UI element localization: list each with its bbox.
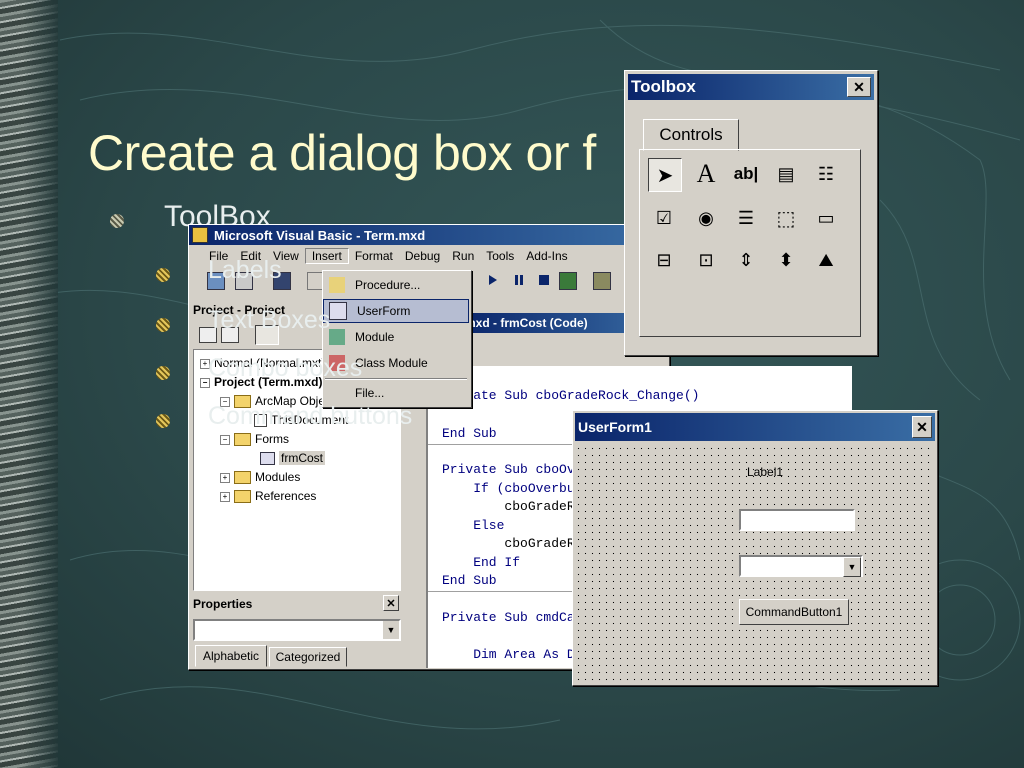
menu-item-procedure[interactable]: Procedure...: [323, 273, 469, 297]
menu-item-module[interactable]: Module: [323, 325, 469, 349]
userform-close-button[interactable]: ✕: [912, 416, 932, 438]
decorative-map-strip: [0, 0, 58, 768]
stop-icon[interactable]: [539, 275, 549, 285]
bullet-icon: [156, 318, 170, 332]
toolbox-controls-page: ➤ A ab| ▤ ☷ ☑ ◉ ☰ ⬚ ▭ ⊟ ⊡ ⇕ ⬍ ⛰: [639, 149, 861, 337]
project-explorer-icon[interactable]: [593, 272, 611, 290]
folder-icon: [234, 433, 251, 447]
toolbox-window: Toolbox ✕ Controls ➤ A ab| ▤ ☷ ☑ ◉ ☰ ⬚ ▭…: [624, 70, 878, 356]
checkbox-tool-icon[interactable]: ☑: [648, 202, 680, 234]
bullet-icon: [156, 414, 170, 428]
slide-title: Create a dialog box or f: [88, 125, 596, 181]
label-tool-icon[interactable]: A: [690, 158, 722, 190]
menu-tools[interactable]: Tools: [480, 249, 520, 263]
listbox-tool-icon[interactable]: ☷: [810, 158, 842, 190]
expand-icon[interactable]: +: [220, 491, 230, 502]
tree-item-modules[interactable]: + Modules: [220, 470, 300, 485]
userform-window: UserForm1 ✕ Label1 ▼ CommandButton1: [572, 410, 938, 686]
spinbutton-tool-icon[interactable]: ⬍: [770, 244, 802, 276]
menu-debug[interactable]: Debug: [399, 249, 446, 263]
bullet-icon: [156, 268, 170, 282]
menu-addins[interactable]: Add-Ins: [520, 249, 573, 263]
code-window-title: mxd - frmCost (Code): [465, 316, 588, 330]
textbox1[interactable]: [739, 509, 855, 531]
dropdown-arrow-icon[interactable]: ▼: [843, 557, 861, 577]
tabstrip-tool-icon[interactable]: ⊟: [648, 244, 680, 276]
pause-icon[interactable]: [515, 275, 523, 285]
dropdown-arrow-icon[interactable]: ▼: [383, 621, 399, 639]
code-line: End Sub: [442, 426, 497, 441]
vb-app-icon: [192, 227, 208, 243]
form-icon: [260, 452, 275, 466]
properties-pane-title: Properties: [193, 597, 253, 611]
tree-item-forms[interactable]: − Forms: [220, 432, 289, 447]
expand-icon[interactable]: +: [220, 472, 230, 483]
bullet-icon: [110, 214, 124, 228]
bullet-command-buttons: Command buttons: [208, 402, 413, 430]
file-icon: [329, 385, 345, 401]
bullet-icon: [156, 366, 170, 380]
pointer-icon[interactable]: ➤: [648, 158, 682, 192]
combobox1[interactable]: ▼: [739, 555, 863, 577]
design-mode-icon[interactable]: [559, 272, 577, 290]
run-icon[interactable]: [489, 275, 497, 285]
menu-format[interactable]: Format: [349, 249, 399, 263]
code-line: End If: [442, 555, 521, 570]
collapse-icon[interactable]: −: [220, 434, 230, 445]
tab-controls[interactable]: Controls: [643, 119, 739, 151]
toolbox-close-button[interactable]: ✕: [847, 77, 871, 97]
insert-menu: Procedure... UserForm Module Class Modul…: [322, 270, 472, 408]
tab-categorized[interactable]: Categorized: [269, 647, 347, 667]
frame-tool-icon[interactable]: ⬚: [770, 202, 802, 234]
combobox-tool-icon[interactable]: ▤: [770, 158, 802, 190]
textbox-tool-icon[interactable]: ab|: [730, 158, 762, 190]
label1[interactable]: Label1: [747, 465, 783, 479]
optionbutton-tool-icon[interactable]: ◉: [690, 202, 722, 234]
tab-alphabetic[interactable]: Alphabetic: [195, 645, 267, 667]
module-icon: [329, 329, 345, 345]
userform-title: UserForm1: [578, 419, 652, 435]
code-line: Else: [442, 518, 505, 533]
menu-item-userform[interactable]: UserForm: [323, 299, 469, 323]
folder-icon: [234, 490, 251, 504]
scrollbar-tool-icon[interactable]: ⇕: [730, 244, 762, 276]
code-line: End Sub: [442, 573, 497, 588]
commandbutton1[interactable]: CommandButton1: [739, 599, 849, 625]
menu-run[interactable]: Run: [446, 249, 480, 263]
properties-object-select[interactable]: ▼: [193, 619, 401, 641]
properties-close-button[interactable]: ✕: [383, 595, 399, 611]
bullet-labels: Labels: [208, 256, 282, 284]
userform-title-bar[interactable]: UserForm1 ✕: [575, 413, 935, 441]
toolbox-title-bar[interactable]: Toolbox ✕: [628, 74, 874, 100]
code-line: Private Sub cboGradeRock_Change(): [442, 388, 700, 403]
menu-insert[interactable]: Insert: [304, 248, 349, 264]
folder-icon: [234, 471, 251, 485]
image-tool-icon[interactable]: ⛰: [810, 244, 842, 276]
multipage-tool-icon[interactable]: ⊡: [690, 244, 722, 276]
vb-title-bar[interactable]: Microsoft Visual Basic - Term.mxd: [189, 225, 669, 245]
vb-window-title: Microsoft Visual Basic - Term.mxd: [214, 227, 426, 243]
bullet-text-boxes: Text Boxes: [208, 306, 331, 334]
userform-icon: [329, 302, 347, 320]
procedure-icon: [329, 277, 345, 293]
commandbutton-tool-icon[interactable]: ▭: [810, 202, 842, 234]
bullet-combo-boxes: Combo boxes: [208, 354, 363, 382]
toolbox-title: Toolbox: [631, 77, 696, 96]
tree-item-frmcost[interactable]: frmCost: [260, 451, 325, 466]
togglebutton-tool-icon[interactable]: ☰: [730, 202, 762, 234]
tree-item-references[interactable]: + References: [220, 489, 316, 504]
